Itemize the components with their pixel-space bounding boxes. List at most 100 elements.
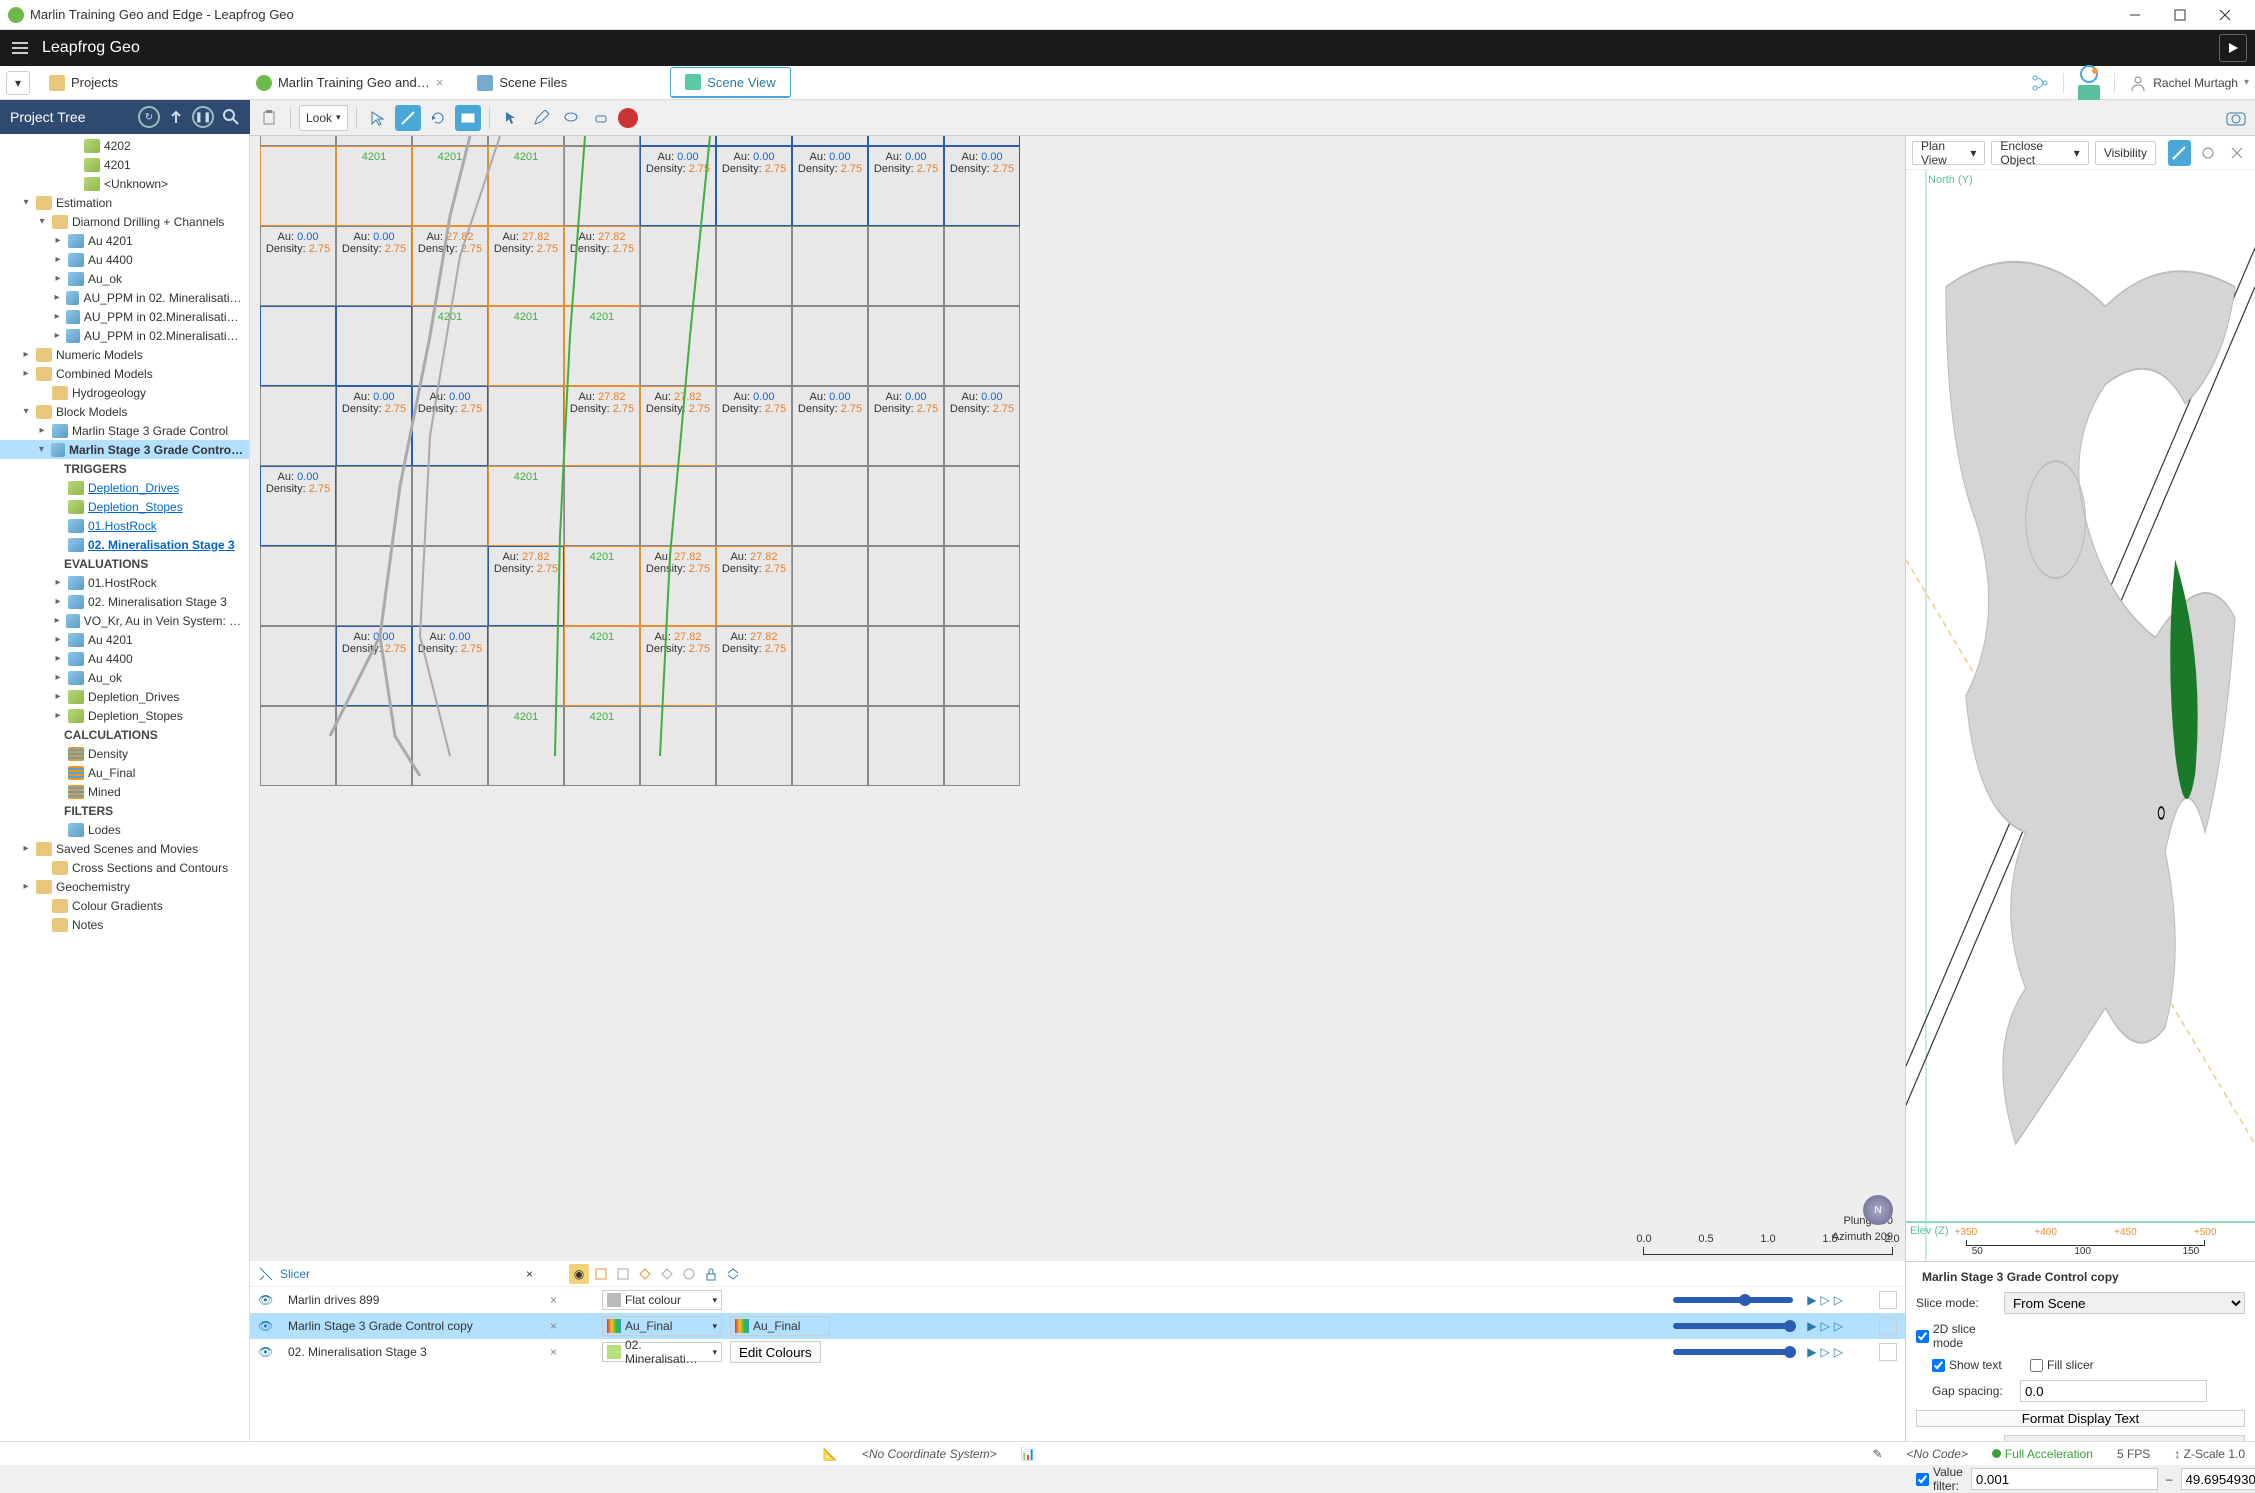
play-icon[interactable]: ▶ bbox=[1807, 1319, 1816, 1333]
arrow-up-icon[interactable] bbox=[168, 109, 184, 125]
slicer-close[interactable]: × bbox=[526, 1267, 533, 1281]
vis-mode-2[interactable] bbox=[591, 1264, 611, 1284]
tree-item[interactable]: ▸01.HostRock bbox=[0, 573, 249, 592]
tree-item[interactable]: Depletion_Drives bbox=[0, 478, 249, 497]
tree-item[interactable]: 4202 bbox=[0, 136, 249, 155]
skip-icon[interactable]: ▷ bbox=[1834, 1345, 1843, 1359]
tree-item[interactable]: ▸AU_PPM in 02.Mineralisation: 4400 bbox=[0, 307, 249, 326]
vis-mode-6[interactable] bbox=[679, 1264, 699, 1284]
project-tree[interactable]: 42024201<Unknown>▾Estimation▾Diamond Dri… bbox=[0, 134, 250, 1441]
tree-item[interactable]: ▸Depletion_Drives bbox=[0, 687, 249, 706]
tree-item[interactable]: Mined bbox=[0, 782, 249, 801]
show-text-checkbox[interactable] bbox=[1932, 1359, 1945, 1372]
tree-item[interactable]: ▸Au_ok bbox=[0, 668, 249, 687]
expand-icon[interactable] bbox=[723, 1264, 743, 1284]
tab-scene-files[interactable]: Scene Files bbox=[462, 68, 582, 98]
step-icon[interactable]: ▷ bbox=[1821, 1345, 1830, 1359]
grid-options-icon[interactable] bbox=[1879, 1317, 1897, 1335]
tree-item[interactable]: Colour Gradients bbox=[0, 896, 249, 915]
gap-input[interactable] bbox=[2020, 1380, 2207, 1402]
tree-item[interactable]: ▸Geochemistry bbox=[0, 877, 249, 896]
tree-item[interactable]: TRIGGERS bbox=[0, 459, 249, 478]
tree-item[interactable]: <Unknown> bbox=[0, 174, 249, 193]
opacity-slider[interactable] bbox=[1673, 1297, 1793, 1303]
pause-icon[interactable]: ❚❚ bbox=[192, 106, 214, 128]
tree-item[interactable]: 4201 bbox=[0, 155, 249, 174]
look-select[interactable]: Look ▾ bbox=[299, 105, 348, 131]
camera-icon[interactable] bbox=[2223, 105, 2249, 131]
lock-icon[interactable] bbox=[701, 1264, 721, 1284]
row-close-icon[interactable]: × bbox=[550, 1319, 566, 1333]
tree-item[interactable]: ▸02. Mineralisation Stage 3 bbox=[0, 592, 249, 611]
colour-select[interactable]: 02. Mineralisati…▾ bbox=[602, 1342, 722, 1362]
tree-item[interactable]: Notes bbox=[0, 915, 249, 934]
colour-select[interactable]: Au_Final▾ bbox=[602, 1316, 722, 1336]
clipboard-icon[interactable] bbox=[256, 105, 282, 131]
value-filter-checkbox[interactable] bbox=[1916, 1473, 1929, 1486]
tree-item[interactable]: ▸VO_Kr, Au in Vein System: 4201 P1 bbox=[0, 611, 249, 630]
vis-mode-3[interactable] bbox=[613, 1264, 633, 1284]
cursor-icon[interactable] bbox=[365, 105, 391, 131]
hamburger-icon[interactable] bbox=[8, 36, 32, 60]
plane-icon[interactable] bbox=[455, 105, 481, 131]
visibility-button[interactable]: Visibility bbox=[2095, 141, 2156, 165]
visibility-eye-icon[interactable]: 👁 bbox=[258, 1345, 274, 1359]
play-button[interactable] bbox=[2219, 34, 2247, 62]
tab-close-icon[interactable]: × bbox=[436, 75, 444, 90]
tree-item[interactable]: ▸Marlin Stage 3 Grade Control bbox=[0, 421, 249, 440]
visibility-eye-icon[interactable]: 👁 bbox=[258, 1293, 274, 1307]
tree-item[interactable]: ▸Depletion_Stopes bbox=[0, 706, 249, 725]
tree-item[interactable]: 02. Mineralisation Stage 3 bbox=[0, 535, 249, 554]
code-icon[interactable]: ✎ bbox=[1872, 1447, 1882, 1461]
plan-view-select[interactable]: Plan View ▾ bbox=[1912, 141, 1985, 165]
tree-item[interactable]: Hydrogeology bbox=[0, 383, 249, 402]
step-icon[interactable]: ▷ bbox=[1821, 1293, 1830, 1307]
format-text-button[interactable]: Format Display Text bbox=[1916, 1410, 2245, 1427]
mini-settings-icon[interactable] bbox=[2226, 140, 2249, 166]
refresh-icon[interactable]: ↻ bbox=[138, 106, 160, 128]
tree-item[interactable]: ▸Au 4201 bbox=[0, 231, 249, 250]
tree-item[interactable]: Depletion_Stopes bbox=[0, 497, 249, 516]
vis-mode-4[interactable] bbox=[635, 1264, 655, 1284]
tree-item[interactable]: CALCULATIONS bbox=[0, 725, 249, 744]
tree-item[interactable]: ▸Au 4400 bbox=[0, 649, 249, 668]
2d-slice-checkbox[interactable] bbox=[1916, 1330, 1929, 1343]
tree-item[interactable]: ▸AU_PPM in 02. Mineralisation: 4201 bbox=[0, 288, 249, 307]
legend-select[interactable]: Au_Final bbox=[730, 1316, 830, 1336]
maximize-button[interactable] bbox=[2157, 0, 2202, 30]
shape-row[interactable]: 👁Marlin Stage 3 Grade Control copy×Au_Fi… bbox=[250, 1313, 1905, 1339]
record-icon[interactable] bbox=[618, 108, 638, 128]
minimize-button[interactable] bbox=[2112, 0, 2157, 30]
mini-viewport[interactable]: North (Y) Elev (Z) +350+400+450+500 5010… bbox=[1906, 170, 2255, 1261]
branch-icon[interactable] bbox=[2031, 74, 2049, 92]
fill-slicer-checkbox[interactable] bbox=[2030, 1359, 2043, 1372]
tab-projects[interactable]: Projects bbox=[34, 68, 133, 98]
lasso-icon[interactable] bbox=[558, 105, 584, 131]
grid-options-icon[interactable] bbox=[1879, 1343, 1897, 1361]
select-icon[interactable] bbox=[498, 105, 524, 131]
rotate-icon[interactable] bbox=[425, 105, 451, 131]
tree-item[interactable]: Cross Sections and Contours bbox=[0, 858, 249, 877]
row-close-icon[interactable]: × bbox=[550, 1345, 566, 1359]
skip-icon[interactable]: ▷ bbox=[1834, 1319, 1843, 1333]
user-menu[interactable]: Rachel Murtagh ▾ bbox=[2129, 74, 2249, 92]
vis-mode-5[interactable] bbox=[657, 1264, 677, 1284]
enclose-select[interactable]: Enclose Object ▾ bbox=[1991, 141, 2088, 165]
step-icon[interactable]: ▷ bbox=[1821, 1319, 1830, 1333]
tree-item[interactable]: ▾Block Models bbox=[0, 402, 249, 421]
opacity-slider[interactable] bbox=[1673, 1349, 1793, 1355]
pencil-icon[interactable] bbox=[528, 105, 554, 131]
ruler-icon[interactable] bbox=[395, 105, 421, 131]
tab-document[interactable]: Marlin Training Geo and… × bbox=[241, 68, 458, 98]
tree-item[interactable]: ▸Saved Scenes and Movies bbox=[0, 839, 249, 858]
play-icon[interactable]: ▶ bbox=[1807, 1345, 1816, 1359]
tree-item[interactable]: ▾Diamond Drilling + Channels bbox=[0, 212, 249, 231]
compass-icon[interactable]: N bbox=[1863, 1195, 1893, 1225]
grid-options-icon[interactable] bbox=[1879, 1291, 1897, 1309]
close-button[interactable] bbox=[2202, 0, 2247, 30]
tree-item[interactable]: EVALUATIONS bbox=[0, 554, 249, 573]
edit-colours-button[interactable]: Edit Colours bbox=[730, 1341, 821, 1363]
mini-tool-2[interactable] bbox=[2197, 140, 2220, 166]
main-viewport[interactable]: 420142014201Au: 0.00Density: 2.75Au: 0.0… bbox=[250, 136, 1905, 1261]
tree-item[interactable]: ▸Au_ok bbox=[0, 269, 249, 288]
